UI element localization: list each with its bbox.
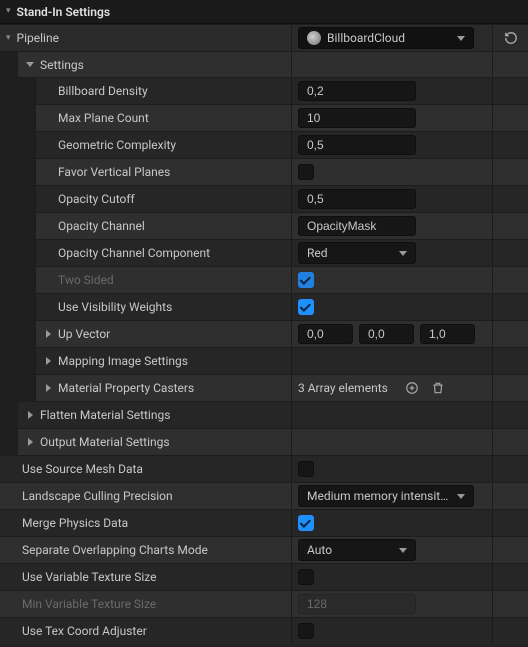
row-favor-vertical: Favor Vertical Planes xyxy=(0,158,528,185)
row-use-tex-coord: Use Tex Coord Adjuster xyxy=(0,617,528,644)
row-use-var-tex: Use Variable Texture Size xyxy=(0,563,528,590)
check-vis-weights[interactable] xyxy=(298,299,314,315)
input-upvector-y[interactable] xyxy=(359,324,414,344)
row-mat-casters: Material Property Casters 3 Array elemen… xyxy=(0,374,528,401)
input-upvector-x[interactable] xyxy=(298,324,353,344)
input-min-var-tex xyxy=(298,594,416,614)
collapse-icon[interactable]: ▾ xyxy=(6,34,11,43)
input-opacity-channel[interactable] xyxy=(298,216,416,236)
row-opacity-channel: Opacity Channel xyxy=(0,212,528,239)
chevron-down-icon xyxy=(457,36,465,41)
label-settings: Settings xyxy=(40,58,84,72)
row-opacity-comp: Opacity Channel Component Red xyxy=(0,239,528,266)
row-sep-overlap: Separate Overlapping Charts Mode Auto xyxy=(0,536,528,563)
check-use-source-mesh[interactable] xyxy=(298,461,314,477)
input-geom[interactable] xyxy=(298,135,416,155)
label-use-tex-coord: Use Tex Coord Adjuster xyxy=(22,624,147,638)
row-mapping-image: Mapping Image Settings xyxy=(0,347,528,374)
reset-icon[interactable] xyxy=(503,30,519,46)
expander-up-vector[interactable] xyxy=(42,330,54,338)
delete-icon[interactable] xyxy=(430,380,446,396)
label-min-var-tex: Min Variable Texture Size xyxy=(22,597,156,611)
check-use-var-tex[interactable] xyxy=(298,569,314,585)
label-opacity-cutoff: Opacity Cutoff xyxy=(58,192,135,206)
label-opacity-channel: Opacity Channel xyxy=(58,219,145,233)
row-settings-header: Settings xyxy=(0,51,528,77)
row-vis-weights: Use Visibility Weights xyxy=(0,293,528,320)
label-flatten-mat: Flatten Material Settings xyxy=(40,408,170,422)
chevron-down-icon xyxy=(399,548,407,553)
row-use-source-mesh: Use Source Mesh Data xyxy=(0,455,528,482)
label-favor-vertical: Favor Vertical Planes xyxy=(58,165,170,179)
row-output-mat: Output Material Settings xyxy=(0,428,528,455)
row-up-vector: Up Vector xyxy=(0,320,528,347)
expander-flatten-mat[interactable] xyxy=(24,411,36,419)
row-landscape-culling: Landscape Culling Precision Medium memor… xyxy=(0,482,528,509)
label-use-var-tex: Use Variable Texture Size xyxy=(22,570,156,584)
expander-output-mat[interactable] xyxy=(24,438,36,446)
row-billboard-density: Billboard Density xyxy=(0,77,528,104)
input-billboard-density[interactable] xyxy=(298,81,416,101)
check-two-sided xyxy=(298,272,314,288)
label-landscape-culling: Landscape Culling Precision xyxy=(22,489,173,503)
label-vis-weights: Use Visibility Weights xyxy=(58,300,172,314)
label-use-source-mesh: Use Source Mesh Data xyxy=(22,462,143,476)
check-use-tex-coord[interactable] xyxy=(298,623,314,639)
label-sep-overlap: Separate Overlapping Charts Mode xyxy=(22,543,208,557)
add-element-icon[interactable] xyxy=(404,380,420,396)
label-output-mat: Output Material Settings xyxy=(40,435,170,449)
label-geom: Geometric Complexity xyxy=(58,138,176,152)
row-min-var-tex: Min Variable Texture Size xyxy=(0,590,528,617)
input-max-plane[interactable] xyxy=(298,108,416,128)
row-two-sided: Two Sided xyxy=(0,266,528,293)
label-mapping-image: Mapping Image Settings xyxy=(58,354,188,368)
label-mat-casters: Material Property Casters xyxy=(58,381,194,395)
asset-icon xyxy=(307,31,321,45)
expander-settings[interactable] xyxy=(24,62,36,67)
chevron-down-icon xyxy=(399,251,407,256)
check-favor-vertical[interactable] xyxy=(298,164,314,180)
label-billboard-density: Billboard Density xyxy=(58,84,148,98)
pipeline-combo[interactable]: BillboardCloud xyxy=(298,27,474,49)
summary-mat-casters: 3 Array elements xyxy=(298,381,388,395)
row-merge-physics: Merge Physics Data xyxy=(0,509,528,536)
row-pipeline: ▾ Pipeline BillboardCloud xyxy=(0,24,528,51)
label-merge-physics: Merge Physics Data xyxy=(22,516,128,530)
input-upvector-z[interactable] xyxy=(420,324,475,344)
label-up-vector: Up Vector xyxy=(58,327,110,341)
chevron-down-icon xyxy=(457,494,465,499)
combo-opacity-comp[interactable]: Red xyxy=(298,242,416,264)
expander-mapping-image[interactable] xyxy=(42,357,54,365)
check-merge-physics[interactable] xyxy=(298,515,314,531)
row-geom-complexity: Geometric Complexity xyxy=(0,131,528,158)
label-opacity-comp: Opacity Channel Component xyxy=(58,246,210,260)
row-max-plane-count: Max Plane Count xyxy=(0,104,528,131)
expander-mat-casters[interactable] xyxy=(42,384,54,392)
label-pipeline: Pipeline xyxy=(17,31,59,45)
label-max-plane: Max Plane Count xyxy=(58,111,149,125)
collapse-icon[interactable]: ▾ xyxy=(6,7,11,16)
combo-landscape-culling[interactable]: Medium memory intensity an xyxy=(298,485,474,507)
combo-sep-overlap[interactable]: Auto xyxy=(298,539,416,561)
panel-header: ▾ Stand-In Settings xyxy=(0,0,528,24)
input-opacity-cutoff[interactable] xyxy=(298,189,416,209)
row-opacity-cutoff: Opacity Cutoff xyxy=(0,185,528,212)
row-flatten-mat: Flatten Material Settings xyxy=(0,401,528,428)
panel-title: Stand-In Settings xyxy=(17,5,110,19)
label-two-sided: Two Sided xyxy=(58,273,114,287)
